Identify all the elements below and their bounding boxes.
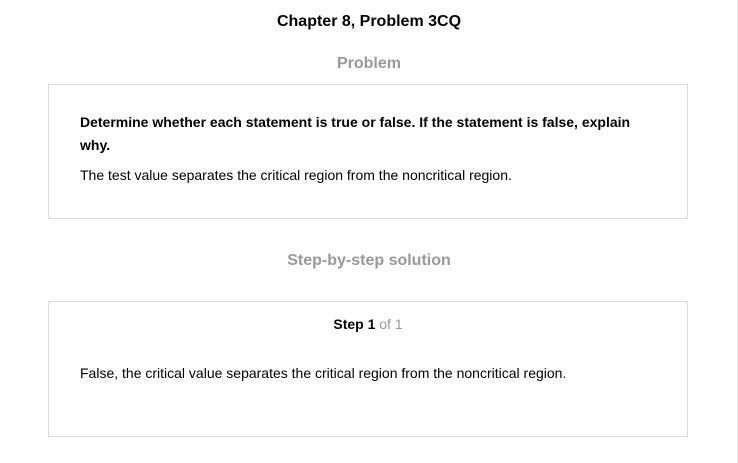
problem-heading: Problem	[336, 55, 401, 72]
solution-card: Step 1 of 1 False, the critical value se…	[48, 301, 688, 437]
page-title: Chapter 8, Problem 3CQ	[276, 13, 462, 30]
solution-text: False, the critical value separates the …	[80, 365, 567, 381]
problem-statement: The test value separates the critical re…	[80, 167, 512, 183]
step-count: of 1	[379, 316, 403, 332]
step-label: Step 1	[333, 316, 376, 332]
step-header: Step 1 of 1	[49, 315, 687, 333]
solution-heading: Step-by-step solution	[287, 252, 451, 269]
problem-card: Determine whether each statement is true…	[48, 84, 688, 219]
problem-question: Determine whether each statement is true…	[80, 114, 631, 153]
